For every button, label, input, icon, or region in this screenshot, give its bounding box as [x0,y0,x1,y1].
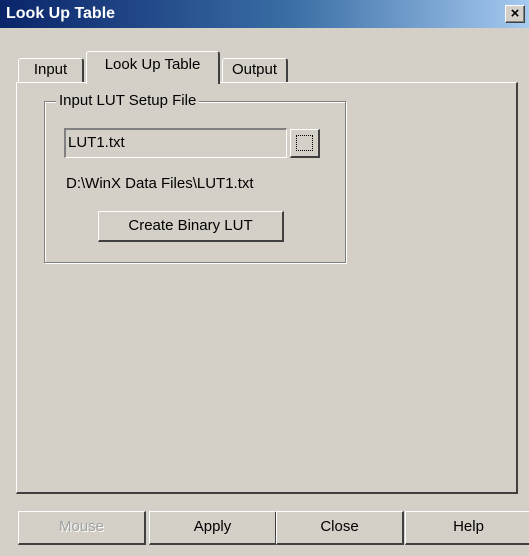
window-close-button[interactable]: × [505,5,525,23]
browse-icon [296,135,313,151]
close-icon: × [510,5,520,22]
apply-button[interactable]: Apply [149,511,277,545]
tab-look-up-table[interactable]: Look Up Table [86,51,220,84]
help-button[interactable]: Help [405,511,529,545]
mouse-button: Mouse [18,511,146,545]
title-bar[interactable]: Look Up Table × [0,0,529,28]
window-title: Look Up Table [6,5,116,22]
tab-input[interactable]: Input [18,58,84,82]
file-path-label: D:\WinX Data Files\LUT1.txt [66,175,254,192]
lut-file-field[interactable]: LUT1.txt [64,128,287,158]
close-button[interactable]: Close [276,511,404,545]
browse-button[interactable] [290,129,320,158]
lut-setup-group-label: Input LUT Setup File [56,92,200,109]
tab-output[interactable]: Output [222,58,288,82]
create-binary-lut-button[interactable]: Create Binary LUT [98,211,284,242]
